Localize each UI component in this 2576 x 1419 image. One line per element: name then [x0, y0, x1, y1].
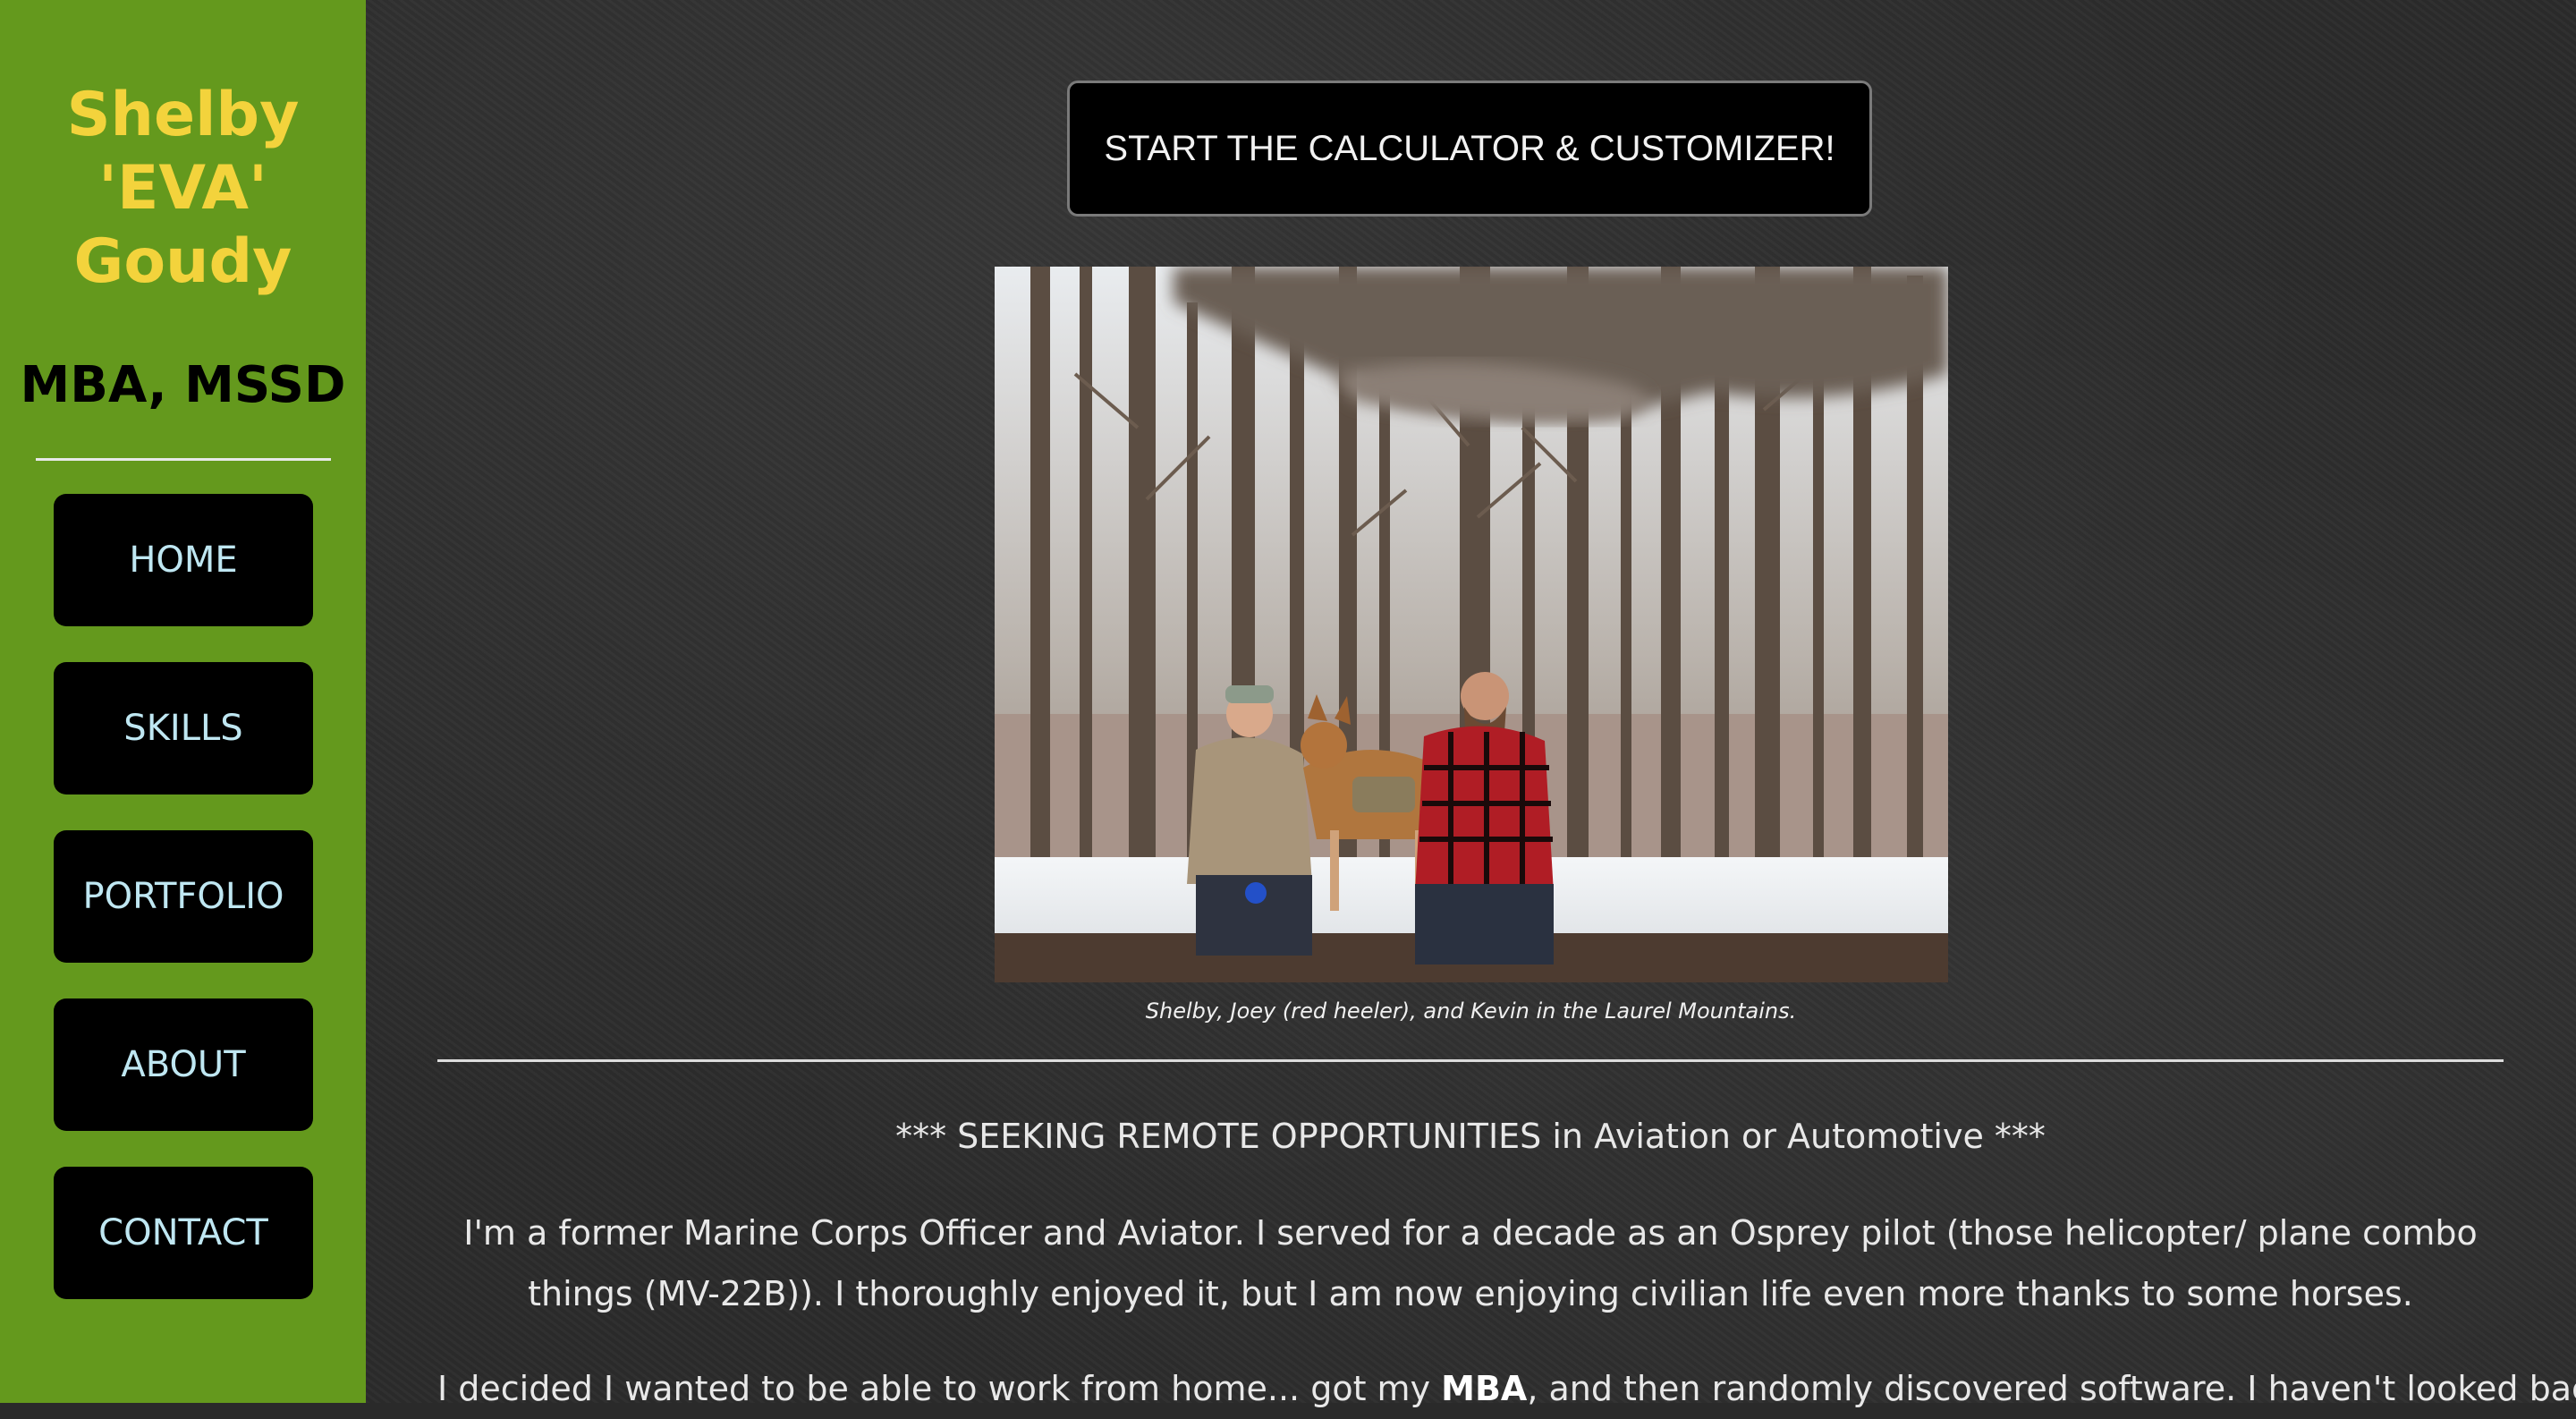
main-content: START THE CALCULATOR & CUSTOMIZER! Shelb… — [366, 0, 2576, 1408]
sidebar-divider — [36, 458, 331, 461]
start-calculator-button[interactable]: START THE CALCULATOR & CUSTOMIZER! — [1067, 81, 1872, 217]
start-calculator-label: START THE CALCULATOR & CUSTOMIZER! — [1104, 128, 1835, 168]
sidebar: Shelby 'EVA' Goudy MBA, MSSD HOME SKILLS… — [0, 0, 366, 1403]
intro-paragraph: I'm a former Marine Corps Officer and Av… — [463, 1213, 2478, 1313]
nav-home-button[interactable]: HOME — [54, 494, 313, 626]
name-line-1: Shelby — [66, 80, 300, 150]
nav-portfolio-label: PORTFOLIO — [82, 876, 284, 917]
nav-contact-label: CONTACT — [98, 1212, 268, 1253]
seeking-statement: *** SEEKING REMOTE OPPORTUNITIES in Avia… — [895, 1117, 2046, 1156]
name-line-2: 'EVA' — [98, 153, 267, 224]
decided-paragraph: I decided I wanted to be able to work fr… — [437, 1358, 2576, 1419]
mba-emphasis: MBA — [1441, 1369, 1528, 1408]
decided-text-before: I decided I wanted to be able to work fr… — [437, 1369, 1442, 1408]
nav-about-label: ABOUT — [121, 1044, 246, 1085]
photo-caption: Shelby, Joey (red heeler), and Kevin in … — [1145, 998, 1797, 1024]
name-line-3: Goudy — [73, 226, 292, 297]
nav-portfolio-button[interactable]: PORTFOLIO — [54, 830, 313, 963]
hero-photo — [995, 267, 1948, 982]
content-divider — [437, 1059, 2504, 1062]
nav-about-button[interactable]: ABOUT — [54, 998, 313, 1131]
credentials: MBA, MSSD — [20, 356, 346, 414]
nav-home-label: HOME — [129, 540, 238, 581]
nav-skills-label: SKILLS — [123, 708, 243, 749]
nav-contact-button[interactable]: CONTACT — [54, 1167, 313, 1299]
decided-text-after: , and then randomly discovered software.… — [1527, 1369, 2576, 1408]
site-owner-name: Shelby 'EVA' Goudy — [0, 79, 366, 299]
nav-skills-button[interactable]: SKILLS — [54, 662, 313, 794]
